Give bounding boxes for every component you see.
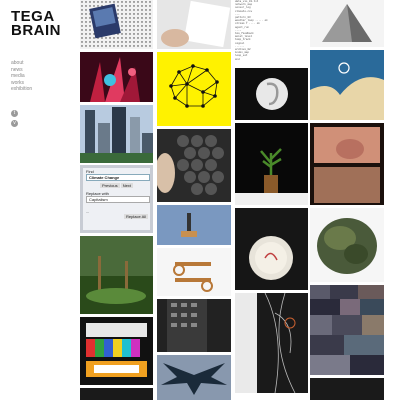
main-nav: about news media works exhibition xyxy=(11,60,32,93)
work-tile-mossy-rock[interactable] xyxy=(310,208,384,282)
text-list-tile[interactable]: data_vis_01.txt network_map sensor_log clim… xyxy=(235,0,283,65)
twitter-icon[interactable]: t xyxy=(11,110,18,117)
work-tile-bird-sculpture[interactable] xyxy=(157,355,231,400)
vimeo-icon[interactable]: v xyxy=(11,120,18,127)
find-nav-buttons: Previous Next xyxy=(100,183,150,188)
site-title-line2: BRAIN xyxy=(11,22,61,39)
work-tile-office-building[interactable] xyxy=(157,299,231,352)
work-tile-plant-sensor[interactable] xyxy=(235,123,308,205)
work-tile-city-towers[interactable] xyxy=(80,105,153,163)
work-tile-network-brain[interactable] xyxy=(157,52,231,126)
work-tile-wood-objects[interactable] xyxy=(157,248,231,296)
work-tile-wires-installation[interactable] xyxy=(235,293,308,393)
work-tile-moss-sprouts[interactable] xyxy=(80,236,153,314)
sidebar: TEGA BRAIN about news media works exhibi… xyxy=(0,0,80,400)
social-links: t v xyxy=(11,110,18,130)
previous-button: Previous xyxy=(100,183,120,188)
work-tile-pyramid[interactable] xyxy=(310,0,384,47)
work-tile-ceramic-plate[interactable] xyxy=(235,208,308,290)
work-tile-red-plants[interactable] xyxy=(80,52,153,102)
work-tile-nose-closeup[interactable] xyxy=(310,123,384,205)
find-replace-dialog: Find Climate Change Previous Next Replac… xyxy=(86,169,150,219)
work-tile-hand-paper[interactable] xyxy=(157,0,231,49)
work-tile-test-card[interactable] xyxy=(80,317,153,385)
work-tile-pixel-glitch[interactable] xyxy=(310,285,384,375)
work-tile-pegboard-book[interactable] xyxy=(80,0,153,49)
find-input: Climate Change xyxy=(86,174,150,181)
work-tile-coast-map[interactable] xyxy=(310,50,384,120)
work-tile-ear-sculpture[interactable] xyxy=(235,68,308,120)
next-button: Next xyxy=(120,183,133,188)
replace-all-button: Replace All xyxy=(124,214,149,219)
work-tile-desk-object[interactable] xyxy=(157,205,231,245)
work-tile-dark-bottom-1[interactable] xyxy=(80,388,153,400)
replace-input: Capitalism xyxy=(86,196,150,203)
work-tile-dark-bottom-4[interactable] xyxy=(310,378,384,400)
work-tile-find-replace-dialog[interactable]: Find Climate Change Previous Next Replac… xyxy=(80,165,153,233)
work-tile-scales-hand[interactable] xyxy=(157,129,231,202)
site-title[interactable]: TEGA BRAIN xyxy=(11,9,61,39)
nav-item-exhibition[interactable]: exhibition xyxy=(11,86,32,93)
